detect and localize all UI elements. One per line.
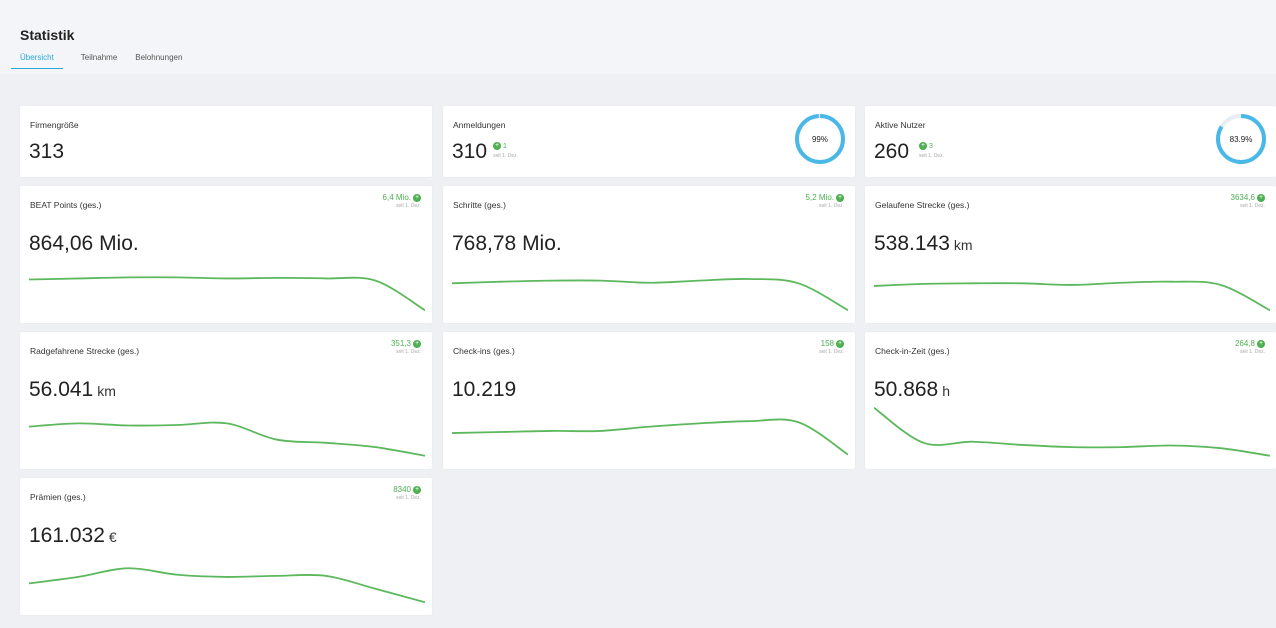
value-number: 538.143: [874, 232, 950, 255]
card-title: Aktive Nutzer: [875, 120, 926, 130]
delta-badge: + 1 seit 1. Dez.: [493, 142, 518, 159]
plus-circle-icon: +: [836, 194, 844, 202]
plus-circle-icon: +: [413, 486, 421, 494]
trend-sparkline: [452, 418, 848, 456]
value-number: 768,78 Mio.: [452, 232, 562, 255]
trend-sparkline: [29, 276, 425, 312]
tab-bar: Übersicht Teilnahme Belohnungen: [11, 53, 200, 69]
card-gelaufene-strecke: Gelaufene Strecke (ges.) 538.143 km 3634,6 +…: [865, 186, 1276, 323]
delta-since: seit 1. Dez.: [1239, 348, 1265, 355]
delta-badge: 6,4 Mio. + seit 1. Dez.: [382, 193, 421, 209]
card-value: 310: [452, 140, 488, 163]
delta-badge: + 3 seit 1. Dez.: [919, 142, 944, 159]
card-value: 260: [874, 140, 910, 163]
delta-since: seit 1. Dez.: [818, 348, 844, 355]
delta-value: 158: [820, 339, 834, 349]
value-unit: km: [953, 237, 973, 253]
page-header: Statistik Übersicht Teilnahme Belohnunge…: [0, 0, 1276, 74]
card-title: Schritte (ges.): [453, 200, 506, 210]
delta-since: seit 1. Dez.: [395, 202, 421, 209]
card-value: 56.041 km: [29, 378, 116, 402]
value-unit: h: [942, 383, 951, 399]
trend-line: [452, 277, 848, 312]
trend-line: [452, 418, 848, 456]
plus-circle-icon: +: [413, 194, 421, 202]
card-value: 161.032 €: [29, 524, 117, 548]
card-title: Gelaufene Strecke (ges.): [875, 200, 970, 210]
card-value: 10.219: [452, 378, 520, 402]
trend-line: [29, 276, 425, 312]
delta-badge: 8340 + seit 1. Dez.: [393, 485, 421, 501]
plus-circle-icon: +: [836, 340, 844, 348]
card-value: 864,06 Mio.: [29, 232, 143, 256]
delta-badge: 5,2 Mio. + seit 1. Dez.: [805, 193, 844, 209]
value-number: 161.032: [29, 524, 105, 547]
card-title: Firmengröße: [30, 120, 79, 130]
delta-value: 351,3: [390, 339, 411, 349]
plus-circle-icon: +: [413, 340, 421, 348]
delta-badge: 158 + seit 1. Dez.: [818, 339, 844, 355]
card-firmengroesse: Firmengröße 313: [20, 106, 432, 177]
value-number: 10.219: [452, 378, 517, 401]
delta-since: seit 1. Dez.: [395, 494, 421, 501]
delta-value: 264,8: [1234, 339, 1255, 349]
card-title: Check-in-Zeit (ges.): [875, 346, 950, 356]
value-number: 56.041: [29, 378, 94, 401]
delta-since: seit 1. Dez.: [818, 202, 844, 209]
card-title: Prämien (ges.): [30, 492, 86, 502]
plus-circle-icon: +: [1257, 194, 1265, 202]
trend-sparkline: [874, 280, 1270, 312]
trend-sparkline: [29, 567, 425, 604]
plus-circle-icon: +: [919, 142, 927, 150]
card-value: 538.143 km: [874, 232, 973, 256]
card-title: BEAT Points (ges.): [30, 200, 102, 210]
value-number: 864,06 Mio.: [29, 232, 139, 255]
card-value: 313: [29, 140, 65, 163]
card-value: 50.868 h: [874, 378, 950, 402]
progress-ring-label: 99%: [811, 134, 828, 144]
delta-since: seit 1. Dez.: [395, 348, 421, 355]
card-beat-points: BEAT Points (ges.) 864,06 Mio. 6,4 Mio. + se…: [20, 186, 432, 323]
delta-badge: 3634,6 + seit 1. Dez.: [1230, 193, 1265, 209]
card-anmeldungen: Anmeldungen 310 + 1 seit 1. Dez. 99%: [443, 106, 855, 177]
card-praemien: Prämien (ges.) 161.032 €8340 + seit 1. Dez.: [20, 478, 432, 615]
tab-teilnahme[interactable]: Teilnahme: [81, 53, 117, 69]
trend-line: [874, 406, 1270, 457]
trend-sparkline: [452, 277, 848, 312]
delta-since: seit 1. Dez.: [493, 153, 519, 159]
card-title: Check-ins (ges.): [453, 346, 515, 356]
delta-since: seit 1. Dez.: [1239, 202, 1265, 209]
delta-since: seit 1. Dez.: [919, 153, 945, 159]
trend-line: [29, 567, 425, 604]
trend-line: [29, 421, 425, 457]
tab-uebersicht[interactable]: Übersicht: [11, 53, 63, 69]
page-title: Statistik: [20, 27, 75, 43]
card-schritte: Schritte (ges.) 768,78 Mio. 5,2 Mio. + seit …: [443, 186, 855, 323]
delta-value: 3: [928, 142, 933, 150]
tab-belohnungen[interactable]: Belohnungen: [135, 53, 182, 69]
value-number: 50.868: [874, 378, 939, 401]
value-unit: km: [97, 383, 116, 399]
progress-ring-label: 83.9%: [1229, 134, 1253, 144]
trend-line: [874, 280, 1270, 312]
card-check-ins: Check-ins (ges.) 10.219 158 + seit 1. Dez.: [443, 332, 855, 469]
card-value: 768,78 Mio.: [452, 232, 566, 256]
delta-value: 1: [502, 142, 507, 150]
delta-value: 6,4 Mio.: [382, 193, 411, 203]
plus-circle-icon: +: [493, 142, 501, 150]
card-radgefahrene-strecke: Radgefahrene Strecke (ges.) 56.041 km 351,3…: [20, 332, 432, 469]
plus-circle-icon: +: [1257, 340, 1265, 348]
delta-badge: 351,3 + seit 1. Dez.: [390, 339, 421, 355]
delta-value: 8340: [393, 485, 411, 495]
delta-value: 5,2 Mio.: [805, 193, 834, 203]
delta-value: 3634,6: [1230, 193, 1255, 203]
trend-sparkline: [874, 406, 1270, 457]
card-aktive-nutzer: Aktive Nutzer 260 + 3 seit 1. Dez. 83.9%: [865, 106, 1276, 177]
card-title: Anmeldungen: [453, 120, 506, 130]
delta-badge: 264,8 + seit 1. Dez.: [1234, 339, 1265, 355]
card-check-in-zeit: Check-in-Zeit (ges.) 50.868 h 264,8 + seit 1.…: [865, 332, 1276, 469]
trend-sparkline: [29, 421, 425, 457]
card-title: Radgefahrene Strecke (ges.): [30, 346, 140, 356]
value-unit: €: [108, 529, 117, 545]
